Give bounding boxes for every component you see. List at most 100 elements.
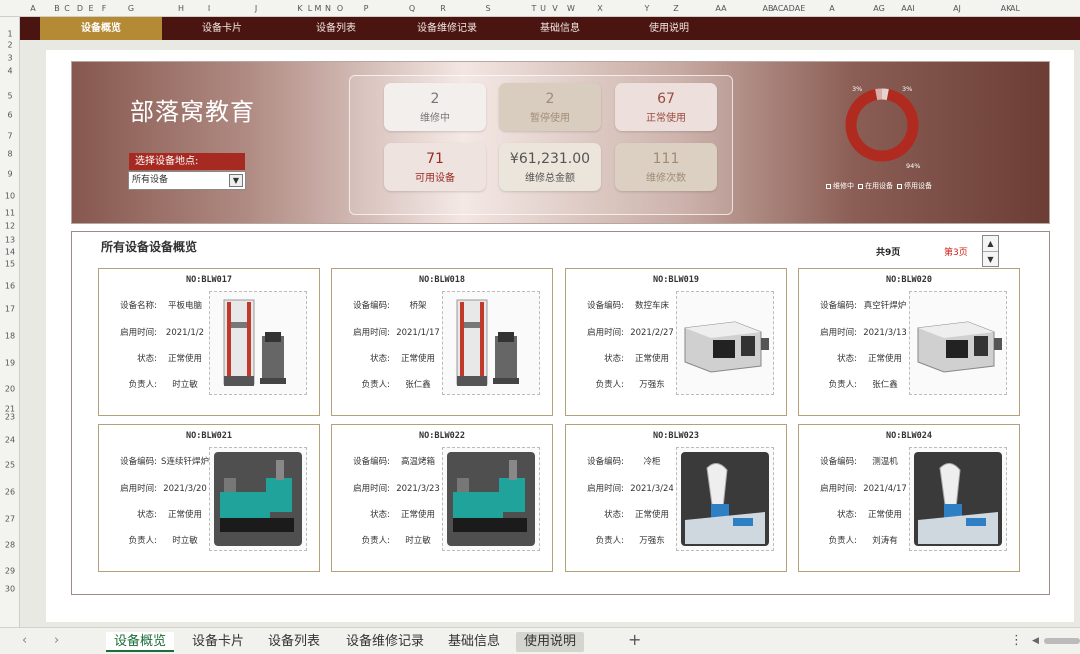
column-header[interactable]: X: [597, 4, 602, 13]
column-header[interactable]: S: [485, 4, 490, 13]
column-header[interactable]: L: [308, 4, 312, 13]
prev-sheet-icon[interactable]: ‹: [22, 633, 27, 648]
row-header[interactable]: 14: [0, 248, 20, 257]
row-header[interactable]: 6: [0, 111, 20, 120]
kpi-card: 111 维修次数: [615, 143, 717, 191]
column-header[interactable]: R: [440, 4, 446, 13]
field-value: 正常使用: [400, 510, 435, 520]
column-header[interactable]: G: [128, 4, 134, 13]
row-header[interactable]: 29: [0, 567, 20, 576]
add-sheet-icon[interactable]: +: [628, 630, 641, 649]
column-header[interactable]: U: [540, 4, 546, 13]
equipment-photo: [676, 291, 774, 395]
column-header[interactable]: H: [178, 4, 184, 13]
row-header[interactable]: 19: [0, 359, 20, 368]
row-header[interactable]: 17: [0, 305, 20, 314]
row-header[interactable]: 24: [0, 436, 20, 445]
nav-tab-3[interactable]: 设备列表: [282, 17, 390, 40]
column-header[interactable]: A: [829, 4, 834, 13]
row-header[interactable]: 3: [0, 54, 20, 63]
column-header[interactable]: F: [102, 4, 107, 13]
row-header[interactable]: 4: [0, 67, 20, 76]
column-header[interactable]: AJ: [953, 4, 961, 13]
column-header[interactable]: AL: [1010, 4, 1020, 13]
column-header[interactable]: AA: [715, 4, 726, 13]
nav-tab-1[interactable]: 设备概览: [40, 17, 162, 40]
column-header[interactable]: V: [552, 4, 557, 13]
sheet-tab-4[interactable]: 设备维修记录: [338, 632, 432, 652]
more-icon[interactable]: ⋮: [1010, 633, 1023, 648]
column-header[interactable]: AE: [795, 4, 806, 13]
row-header[interactable]: 20: [0, 385, 20, 394]
column-header[interactable]: B: [54, 4, 60, 13]
row-header[interactable]: 12: [0, 222, 20, 231]
sheet-tab-5[interactable]: 基础信息: [440, 632, 508, 652]
row-header[interactable]: 5: [0, 92, 20, 101]
row-header[interactable]: 8: [0, 150, 20, 159]
column-header[interactable]: A: [30, 4, 35, 13]
row-header[interactable]: 23: [0, 413, 20, 422]
row-header[interactable]: 13: [0, 236, 20, 245]
column-header[interactable]: K: [297, 4, 302, 13]
sheet-tab-2[interactable]: 设备卡片: [184, 632, 252, 652]
column-header[interactable]: AC: [773, 4, 784, 13]
equipment-no: NO:BLW022: [418, 431, 466, 441]
column-header[interactable]: Y: [645, 4, 650, 13]
dropdown-arrow-icon[interactable]: ▼: [229, 174, 243, 187]
row-header[interactable]: 25: [0, 461, 20, 470]
nav-tab-5[interactable]: 基础信息: [504, 17, 616, 40]
row-header[interactable]: 2: [0, 41, 20, 50]
column-header[interactable]: J: [255, 4, 257, 13]
column-header[interactable]: P: [364, 4, 369, 13]
nav-tab-6[interactable]: 使用说明: [616, 17, 722, 40]
column-header[interactable]: C: [64, 4, 70, 13]
equipment-card[interactable]: NO:BLW020 设备编码: 真空钎焊炉 启用时间: 2021/3/13 状态: 正常使用…: [798, 268, 1020, 416]
sheet-tab-6[interactable]: 使用说明: [516, 632, 585, 652]
column-header[interactable]: W: [567, 4, 575, 13]
equipment-card[interactable]: NO:BLW019 设备编码: 数控车床 启用时间: 2021/2/27 状态: 正常使用负…: [565, 268, 787, 416]
sheet-tab-3[interactable]: 设备列表: [260, 632, 328, 652]
column-header[interactable]: AAI: [901, 4, 915, 13]
column-header[interactable]: T: [532, 4, 537, 13]
horizontal-scrollbar[interactable]: [1044, 638, 1080, 644]
row-header[interactable]: 15: [0, 260, 20, 269]
equipment-card[interactable]: NO:BLW021 设备编码: S连续钎焊炉 启用时间: 2021/3/20 状态: 正常使…: [98, 424, 320, 572]
location-dropdown[interactable]: 所有设备 ▼: [128, 171, 246, 190]
column-header[interactable]: O: [337, 4, 343, 13]
scroll-left-icon[interactable]: ◀: [1032, 636, 1039, 646]
equipment-photo: [442, 447, 540, 551]
column-header[interactable]: D: [77, 4, 83, 13]
row-header[interactable]: 9: [0, 170, 20, 179]
row-header[interactable]: 1: [0, 30, 20, 39]
row-header[interactable]: 26: [0, 488, 20, 497]
equipment-card[interactable]: NO:BLW023 设备编码: 冷柜 启用时间: 2021/3/24 状态: 正常使用 负责人…: [565, 424, 787, 572]
page-up-icon[interactable]: ▲: [983, 236, 998, 251]
column-header[interactable]: AD: [783, 4, 795, 13]
row-header[interactable]: 10: [0, 192, 20, 201]
column-header[interactable]: Q: [409, 4, 415, 13]
equipment-card[interactable]: NO:BLW024 设备编码: 测温机 启用时间: 2021/4/17 状态: 正常使用 负责…: [798, 424, 1020, 572]
column-header[interactable]: N: [325, 4, 331, 13]
column-header[interactable]: I: [208, 4, 210, 13]
page-down-icon[interactable]: ▼: [983, 251, 998, 266]
nav-tab-2[interactable]: 设备卡片: [162, 17, 282, 40]
row-header[interactable]: 27: [0, 515, 20, 524]
column-header[interactable]: AG: [873, 4, 885, 13]
column-header[interactable]: Z: [673, 4, 678, 13]
row-header[interactable]: 7: [0, 132, 20, 141]
equipment-card[interactable]: NO:BLW017 设备名称: 平板电脑 启用时间: 2021/1/2 状态: 正常使用 负责…: [98, 268, 320, 416]
equipment-card[interactable]: NO:BLW022 设备编码: 高温烤箱 启用时间: 2021/3/23 状态: 正常使用负…: [331, 424, 553, 572]
sheet-tab-1[interactable]: 设备概览: [106, 632, 175, 652]
row-header[interactable]: 11: [0, 209, 20, 218]
equipment-card[interactable]: NO:BLW018 设备编码: 桥架 启用时间: 2021/1/17 状态: 正常使用 负责人…: [331, 268, 553, 416]
column-header[interactable]: M: [315, 4, 322, 13]
nav-tab-4[interactable]: 设备维修记录: [390, 17, 504, 40]
row-header[interactable]: 28: [0, 541, 20, 550]
row-header[interactable]: 16: [0, 282, 20, 291]
column-header[interactable]: E: [88, 4, 93, 13]
row-header[interactable]: 18: [0, 332, 20, 341]
row-header[interactable]: 30: [0, 585, 20, 594]
field-value: 2021/1/17: [396, 328, 440, 338]
next-sheet-icon[interactable]: ›: [54, 633, 59, 648]
page-spinner[interactable]: ▲ ▼: [982, 235, 999, 267]
